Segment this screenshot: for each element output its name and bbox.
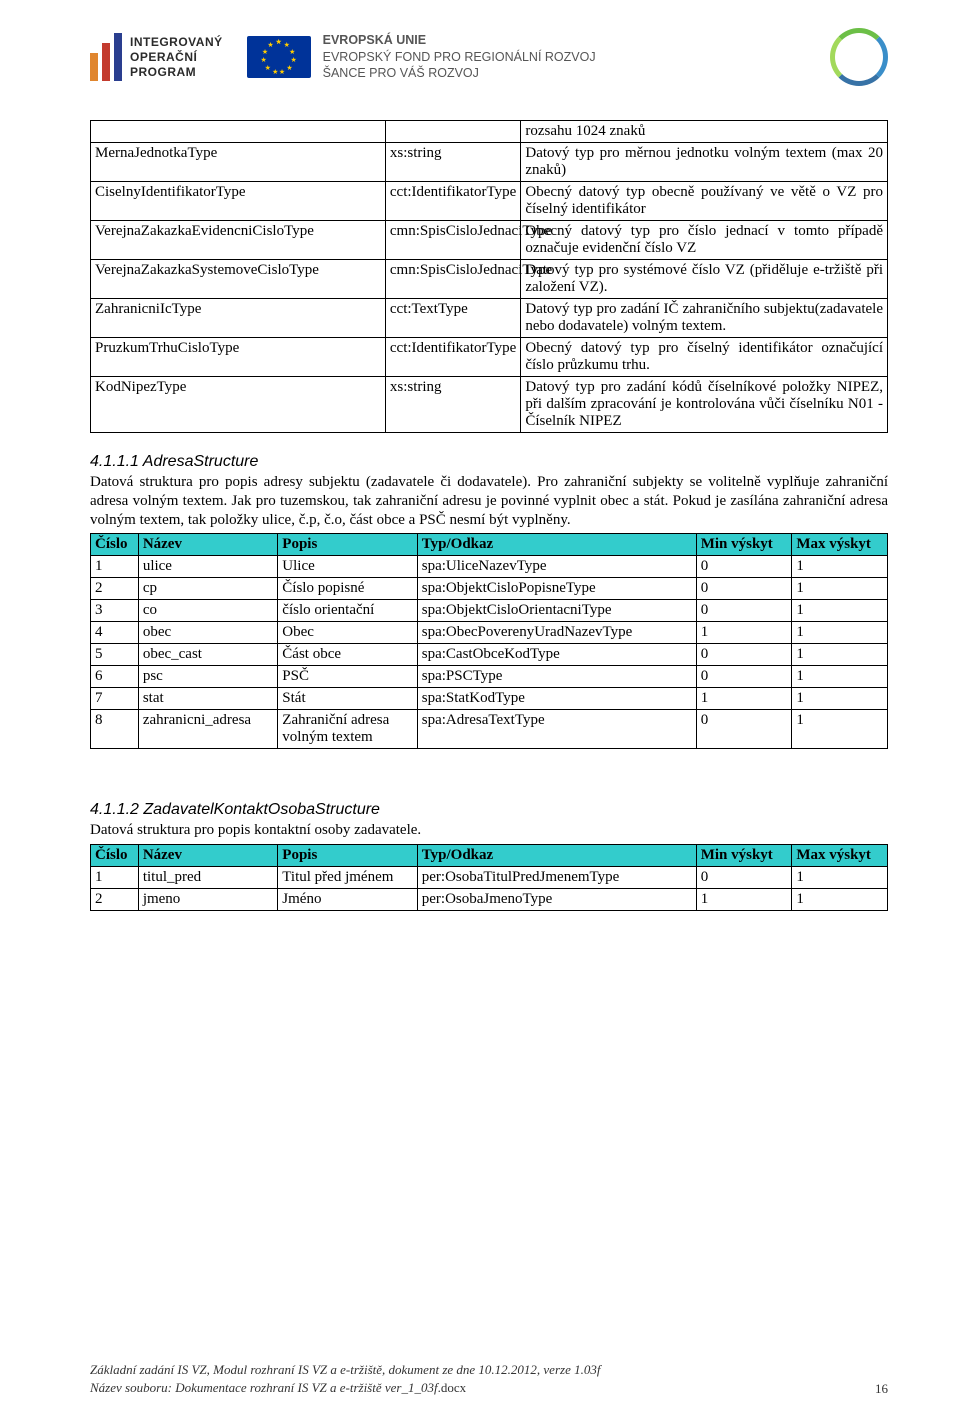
eu-logo: ★★ ★★ ★★ ★★ ★★ ★★ EVROPSKÁ UNIE EVROPSKÝ… [247, 32, 596, 83]
page-number: 16 [875, 1381, 888, 1397]
page-footer: Základní zadání IS VZ, Modul rozhraní IS… [90, 1361, 888, 1397]
eu-flag-icon: ★★ ★★ ★★ ★★ ★★ ★★ [247, 36, 311, 78]
table-row: 1uliceUlicespa:UliceNazevType01 [91, 556, 888, 578]
table-row: 2jmenoJménoper:OsobaJmenoType11 [91, 889, 888, 911]
footer-line2: Název souboru: Dokumentace rozhraní IS V… [90, 1379, 600, 1397]
iop-logo: INTEGROVANÝ OPERAČNÍ PROGRAM [90, 33, 223, 81]
iop-line1: INTEGROVANÝ [130, 35, 223, 50]
iop-bars-icon [90, 33, 122, 81]
table-row: 7statStátspa:StatKodType11 [91, 688, 888, 710]
table-row: ZahranicniIcTypecct:TextTypeDatový typ p… [91, 299, 888, 338]
footer-line1: Základní zadání IS VZ, Modul rozhraní IS… [90, 1361, 600, 1379]
adresa-table: Číslo Název Popis Typ/Odkaz Min výskyt M… [90, 533, 888, 749]
table-row: 1titul_predTitul před jménemper:OsobaTit… [91, 867, 888, 889]
table-row: CiselnyIdentifikatorTypecct:Identifikato… [91, 182, 888, 221]
section-heading-adresa: 4.1.1.1 AdresaStructure [90, 453, 888, 471]
table-row: KodNipezTypexs:stringDatový typ pro zadá… [91, 377, 888, 433]
section-heading-zadavatel: 4.1.1.2 ZadavatelKontaktOsobaStructure [90, 801, 888, 819]
eu-line1: EVROPSKÁ UNIE [323, 32, 596, 49]
datatypes-table: rozsahu 1024 znaků MernaJednotkaTypexs:s… [90, 120, 888, 433]
table-header: Číslo Název Popis Typ/Odkaz Min výskyt M… [91, 845, 888, 867]
iop-line3: PROGRAM [130, 65, 223, 80]
table-row: VerejnaZakazkaSystemoveCisloTypecmn:Spis… [91, 260, 888, 299]
table-row: MernaJednotkaTypexs:stringDatový typ pro… [91, 143, 888, 182]
table-row: 8zahranicni_adresaZahraniční adresa voln… [91, 710, 888, 749]
table-row: PruzkumTrhuCisloTypecct:IdentifikatorTyp… [91, 338, 888, 377]
table-row: 6pscPSČspa:PSCType01 [91, 666, 888, 688]
eu-line2: EVROPSKÝ FOND PRO REGIONÁLNÍ ROZVOJ [323, 49, 596, 66]
table-row: 3cočíslo orientačníspa:ObjektCisloOrient… [91, 600, 888, 622]
eu-line3: ŠANCE PRO VÁŠ ROZVOJ [323, 65, 596, 82]
section-para-zadavatel: Datová struktura pro popis kontaktní oso… [90, 821, 888, 840]
zadavatel-table: Číslo Název Popis Typ/Odkaz Min výskyt M… [90, 844, 888, 911]
table-row: 5obec_castČást obcespa:CastObceKodType01 [91, 644, 888, 666]
ministry-ring-icon [830, 28, 888, 86]
table-row: 2cpČíslo popisnéspa:ObjektCisloPopisneTy… [91, 578, 888, 600]
table-row: rozsahu 1024 znaků [91, 121, 888, 143]
header-banner: INTEGROVANÝ OPERAČNÍ PROGRAM ★★ ★★ ★★ ★★… [90, 28, 888, 86]
table-row: VerejnaZakazkaEvidencniCisloTypecmn:Spis… [91, 221, 888, 260]
section-para-adresa: Datová struktura pro popis adresy subjek… [90, 473, 888, 529]
table-header: Číslo Název Popis Typ/Odkaz Min výskyt M… [91, 534, 888, 556]
table-row: 4obecObecspa:ObecPoverenyUradNazevType11 [91, 622, 888, 644]
iop-line2: OPERAČNÍ [130, 50, 223, 65]
